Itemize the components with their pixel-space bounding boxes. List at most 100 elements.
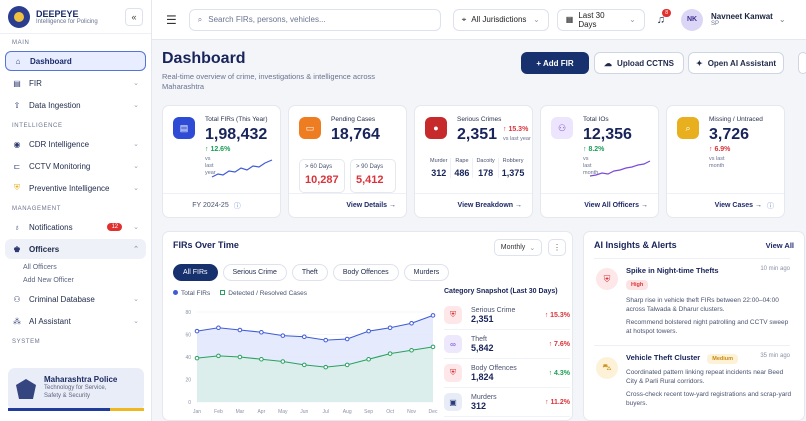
tab-serious-crime[interactable]: Serious Crime — [222, 264, 287, 281]
x-tick-label: Mar — [236, 409, 245, 415]
total-firs-point — [280, 333, 286, 338]
chevron-up-icon: ⌃ — [133, 246, 139, 253]
x-tick-label: Feb — [214, 409, 223, 415]
detected-point — [280, 359, 286, 364]
x-tick-label: Jun — [300, 409, 308, 415]
snapshot-value: 1,824 — [471, 371, 494, 382]
snapshot-text: Body Offences 1,824 — [471, 365, 517, 382]
trend-sparkline — [211, 159, 273, 178]
search-person-icon: ⌕ — [677, 117, 699, 139]
date-range-value: Last 30 Days — [578, 10, 605, 29]
pending-60-label: > 60 Days — [305, 164, 333, 170]
section-intelligence: INTELLIGENCE — [12, 123, 63, 129]
search-placeholder: Search FIRs, persons, vehicles... — [208, 15, 326, 24]
total-firs-point — [344, 336, 350, 342]
user-menu[interactable]: Navneet Kanwat SP — [711, 12, 773, 27]
tab-all-firs[interactable]: All FIRs — [173, 264, 218, 281]
snapshot-name: Serious Crime — [471, 306, 516, 314]
sidebar-item-preventive[interactable]: ⛨ Preventive Intelligence ⌄ — [5, 178, 146, 198]
insight-title: Spike in Night-time Thefts — [626, 266, 719, 275]
detected-point — [323, 364, 329, 370]
snapshot-row[interactable]: ∞ Theft 5,842 ↑ 7.6% — [444, 330, 570, 359]
snapshot-row[interactable]: ▣ Murders 312 ↑ 11.2% — [444, 388, 570, 417]
snapshot-change: ↑ 7.6% — [548, 340, 570, 348]
snapshot-value: 5,842 — [471, 342, 494, 353]
divider — [594, 345, 790, 346]
chevron-down-icon[interactable]: ⌄ — [779, 15, 786, 24]
snapshot-row[interactable]: ⛨ Serious Crime 2,351 ↑ 15.3% — [444, 301, 570, 330]
main-content: Dashboard Real-time overview of crime, i… — [152, 40, 806, 421]
deepeye-logo-icon — [8, 5, 30, 28]
avatar[interactable]: NK — [681, 8, 704, 31]
snapshot-title: Category Snapshot (Last 30 Days) — [444, 288, 558, 295]
period-value: Monthly — [500, 244, 526, 251]
kpi-cards: ▤ Total FIRs (This Year) 1,98,432 ↑ 12.6… — [162, 105, 785, 218]
sidebar-item-officers[interactable]: ♚ Officers ⌃ — [5, 239, 146, 259]
x-tick-label: Oct — [386, 409, 394, 415]
handcuffs-icon: ∞ — [444, 335, 462, 353]
bell-icon: ♁ — [14, 222, 20, 232]
breakdown-murder: Murder 312 — [427, 158, 452, 178]
collapse-sidebar-button[interactable]: « — [125, 7, 143, 26]
sidebar-item-ai-assistant[interactable]: ⁂ AI Assistant ⌄ — [5, 311, 146, 331]
detected-point — [409, 347, 414, 353]
open-ai-assistant-button[interactable]: ✦ Open AI Assistant — [688, 52, 784, 74]
police-emblem-icon — [16, 379, 36, 399]
overflow-button[interactable] — [798, 52, 806, 74]
add-fir-button[interactable]: + Add FIR — [521, 52, 589, 74]
more-options-icon[interactable]: ⋮ — [548, 239, 566, 256]
view-breakdown-link[interactable]: View Breakdown → — [415, 193, 532, 217]
sidebar-item-label: Data Ingestion — [29, 100, 81, 110]
upload-cctns-button[interactable]: ☁ Upload CCTNS — [594, 52, 684, 74]
panel-title: AI Insights & Alerts — [594, 240, 677, 250]
jurisdiction-select[interactable]: ⌖ All Jurisdictions ⌄ — [452, 8, 549, 31]
card-note: vs last month — [709, 156, 725, 169]
sidebar-item-cctv[interactable]: ⊏ CCTV Monitoring ⌄ — [5, 156, 146, 176]
section-main: MAIN — [12, 40, 30, 46]
notifications-bell-icon[interactable]: ♫ 8 — [657, 8, 672, 26]
file-icon: ▤ — [13, 78, 21, 88]
sidebar-subitem-add-officer[interactable]: Add New Officer — [0, 274, 151, 287]
tab-body-offences[interactable]: Body Offences — [332, 264, 399, 281]
sidebar-item-cdr[interactable]: ◉ CDR Intelligence ⌄ — [5, 134, 146, 154]
view-details-link[interactable]: View Details → — [289, 193, 406, 217]
breakdown-robbery: Robbery 1,375 — [501, 158, 525, 178]
sidebar-item-dashboard[interactable]: ⌂ Dashboard — [5, 51, 146, 71]
card-value: 1,98,432 — [205, 126, 268, 143]
total-firs-point — [216, 325, 221, 331]
card-delta: ↑ 15.3% — [503, 126, 529, 133]
chevron-down-icon: ⌄ — [533, 15, 540, 24]
sidebar-item-data-ingestion[interactable]: ⇧ Data Ingestion ⌄ — [5, 95, 146, 115]
card-value: 12,356 — [583, 126, 632, 143]
sidebar-item-notifications[interactable]: ♁ Notifications 12 ⌄ — [5, 217, 146, 237]
missing-untraced-card: ⌕ Missing / Untraced 3,726 ↑ 6.9% vs las… — [666, 105, 785, 218]
panel-title: FIRs Over Time — [173, 240, 239, 250]
chevron-down-icon: ⌄ — [529, 244, 536, 252]
menu-icon[interactable]: ☰ — [166, 13, 177, 27]
card-title: Pending Cases — [331, 116, 376, 123]
info-icon[interactable]: ⓘ — [234, 201, 241, 211]
period-select[interactable]: Monthly ⌄ — [494, 239, 542, 256]
legend-dot — [173, 290, 178, 295]
tab-murders[interactable]: Murders — [403, 264, 450, 281]
date-range-select[interactable]: ▦ Last 30 Days ⌄ — [556, 8, 645, 31]
info-icon[interactable]: ⓘ — [767, 201, 774, 211]
sidebar-subitem-all-officers[interactable]: All Officers — [0, 261, 151, 274]
notification-count-badge: 12 — [107, 223, 123, 231]
search-input[interactable]: ⌕ Search FIRs, persons, vehicles... — [188, 8, 441, 31]
card-delta: ↑ 12.6% — [205, 146, 231, 153]
y-tick-label: 0 — [188, 400, 191, 406]
tab-theft[interactable]: Theft — [291, 264, 328, 281]
insight-time: 10 min ago — [760, 266, 790, 272]
view-all-officers-link[interactable]: View All Officers → — [541, 193, 658, 217]
view-all-link[interactable]: View All — [766, 241, 794, 250]
chevron-down-icon: ⌄ — [629, 15, 636, 24]
signal-icon: ◉ — [13, 139, 21, 149]
sidebar-item-fir[interactable]: ▤ FIR ⌄ — [5, 73, 146, 93]
snapshot-row[interactable]: ⛨ Body Offences 1,824 ↑ 4.3% — [444, 359, 570, 388]
view-cases-link[interactable]: View Cases → — [715, 202, 762, 209]
snapshot-text: Murders 312 — [471, 394, 497, 411]
card-delta: ↑ 6.9% — [709, 146, 731, 153]
sidebar-item-criminal-database[interactable]: ⚇ Criminal Database ⌄ — [5, 289, 146, 309]
chart-legend: Total FIRs Detected / Resolved Cases — [173, 290, 307, 297]
